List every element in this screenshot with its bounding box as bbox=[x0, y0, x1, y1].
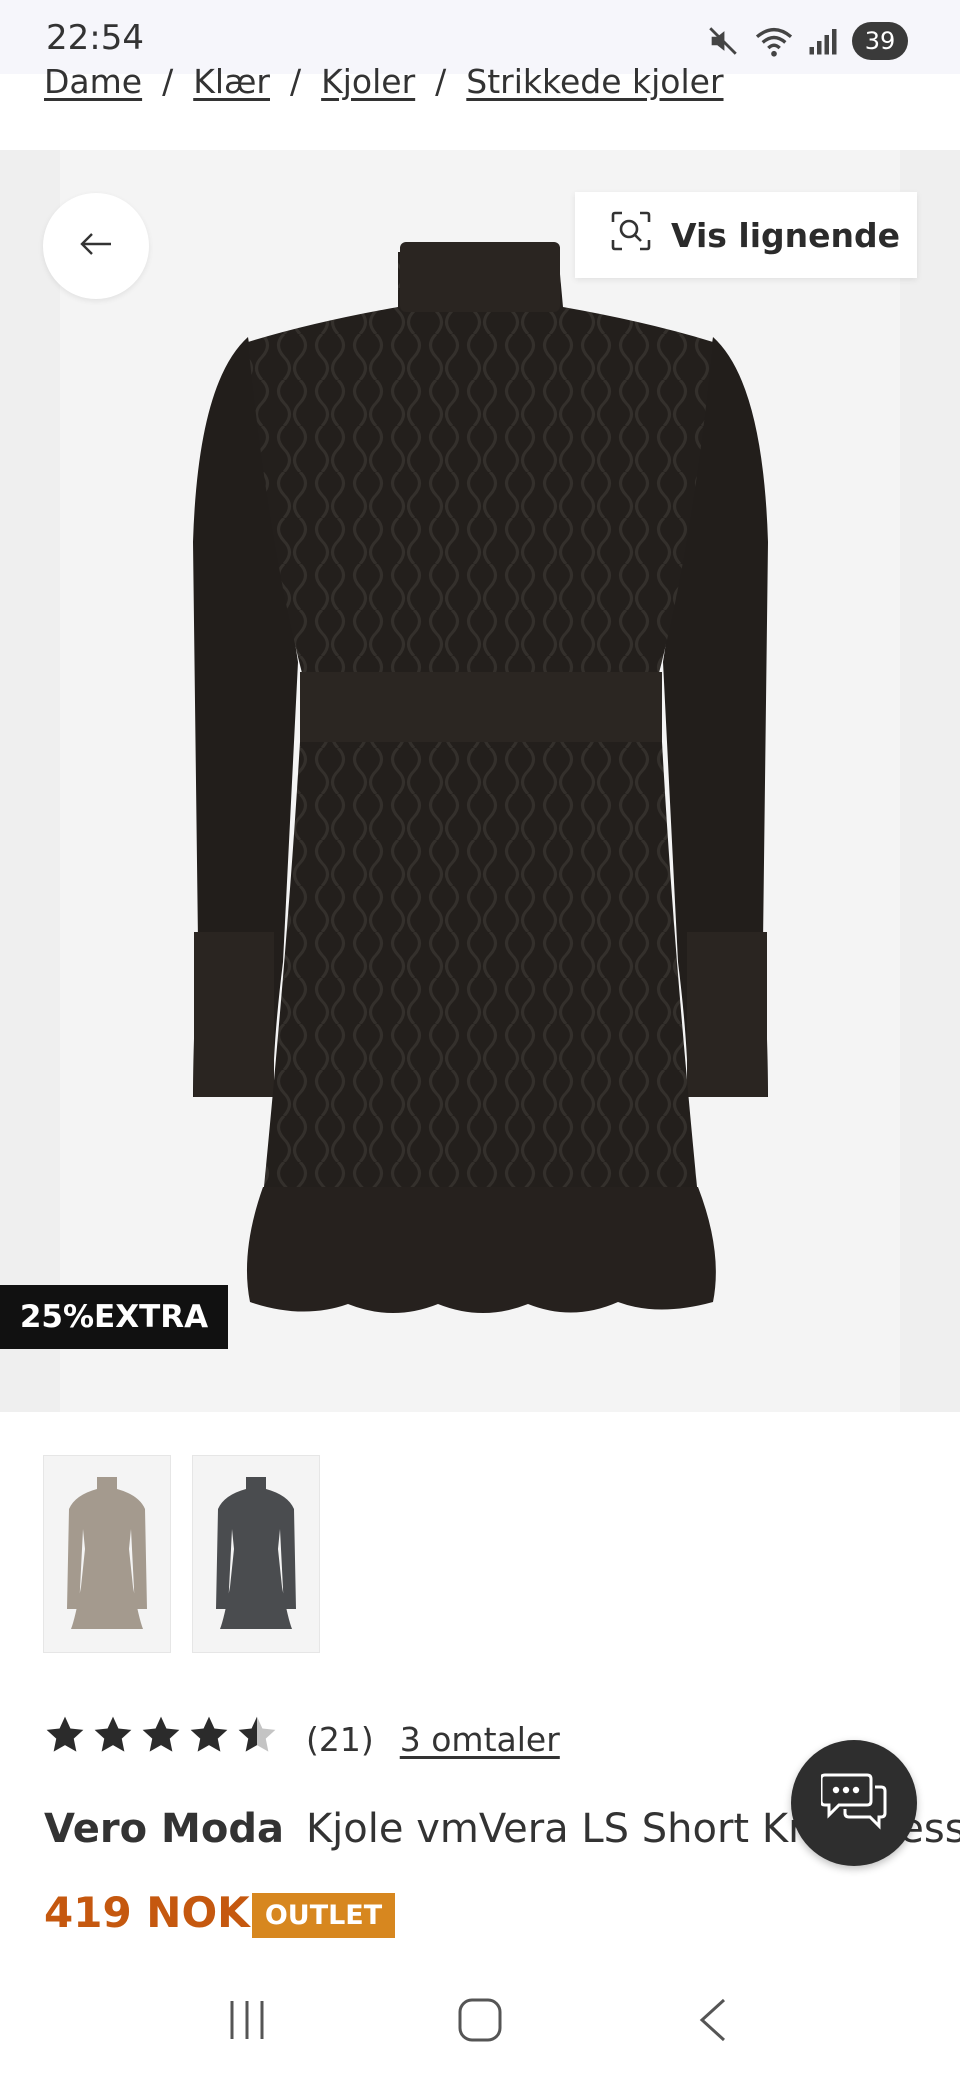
mute-icon bbox=[706, 24, 740, 58]
rating-row: (21) 3 omtaler bbox=[44, 1714, 560, 1764]
battery-badge: 39 bbox=[852, 22, 908, 60]
chat-bubble-icon bbox=[819, 1771, 887, 1835]
star-icon bbox=[92, 1714, 134, 1764]
back-nav-button[interactable] bbox=[673, 1980, 753, 2060]
signal-icon bbox=[808, 26, 838, 56]
visual-search-icon bbox=[611, 211, 651, 259]
reviews-link[interactable]: 3 omtaler bbox=[400, 1720, 560, 1759]
breadcrumb-item-dame[interactable]: Dame bbox=[44, 62, 142, 101]
breadcrumb-separator: / bbox=[435, 61, 447, 101]
back-button[interactable] bbox=[43, 193, 149, 299]
outlet-badge: OUTLET bbox=[252, 1893, 395, 1938]
star-rating bbox=[44, 1714, 278, 1764]
breadcrumb: Dame / Klær / Kjoler / Strikkede kjoler bbox=[44, 56, 724, 106]
home-icon bbox=[458, 1998, 502, 2042]
color-swatch-beige[interactable] bbox=[43, 1455, 171, 1653]
show-similar-label: Vis lignende bbox=[671, 215, 901, 255]
product-image[interactable] bbox=[178, 242, 783, 1322]
color-swatch-dark-grey[interactable] bbox=[192, 1455, 320, 1653]
recent-apps-icon bbox=[230, 2001, 264, 2039]
breadcrumb-item-kjoler[interactable]: Kjoler bbox=[321, 62, 415, 101]
recent-apps-button[interactable] bbox=[207, 1980, 287, 2060]
status-time: 22:54 bbox=[46, 18, 144, 58]
swatch-thumbnail bbox=[216, 1477, 296, 1629]
brand-name[interactable]: Vero Moda bbox=[44, 1806, 284, 1852]
breadcrumb-separator: / bbox=[290, 61, 302, 101]
star-icon bbox=[188, 1714, 230, 1764]
product-price: 419 NOK bbox=[44, 1888, 250, 1937]
arrow-left-icon bbox=[79, 232, 113, 260]
chat-button[interactable] bbox=[791, 1740, 917, 1866]
star-icon bbox=[44, 1714, 86, 1764]
wifi-icon bbox=[754, 24, 794, 58]
star-icon bbox=[140, 1714, 182, 1764]
breadcrumb-separator: / bbox=[162, 61, 174, 101]
rating-count: (21) bbox=[306, 1719, 374, 1759]
status-icons: 39 bbox=[706, 22, 908, 60]
system-nav-bar bbox=[0, 1960, 960, 2080]
breadcrumb-item-klaer[interactable]: Klær bbox=[193, 62, 270, 101]
back-chevron-icon bbox=[700, 1998, 726, 2042]
star-icon bbox=[236, 1714, 278, 1764]
swatch-thumbnail bbox=[67, 1477, 147, 1629]
home-button[interactable] bbox=[440, 1980, 520, 2060]
show-similar-button[interactable]: Vis lignende bbox=[575, 192, 917, 278]
breadcrumb-item-strikkede-kjoler[interactable]: Strikkede kjoler bbox=[466, 62, 723, 101]
discount-badge: 25%EXTRA bbox=[0, 1285, 228, 1349]
